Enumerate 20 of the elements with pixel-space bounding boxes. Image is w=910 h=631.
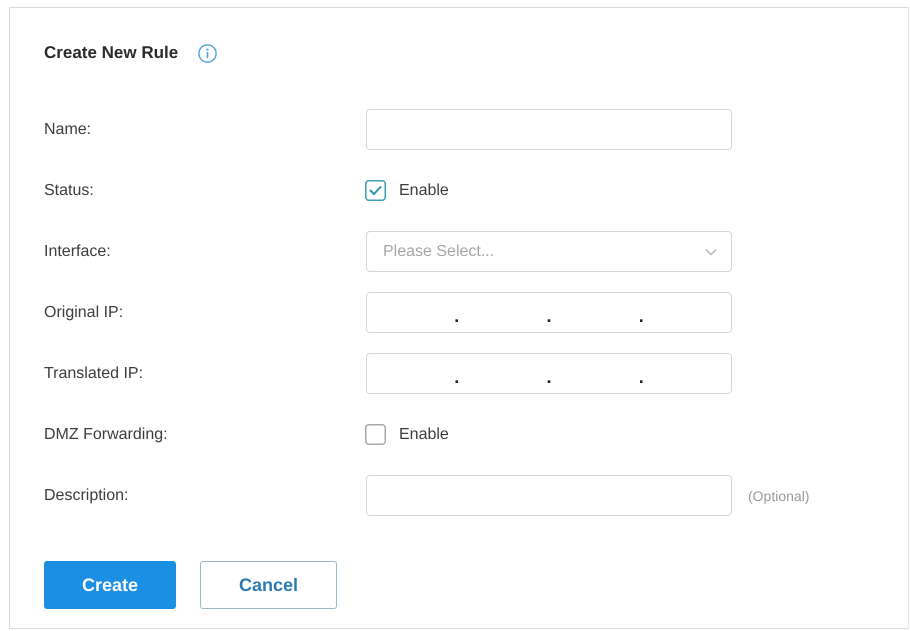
form-title: Create New Rule bbox=[44, 42, 178, 64]
field-label: DMZ Forwarding: bbox=[44, 424, 168, 444]
chevron-down-icon bbox=[705, 248, 717, 256]
text-field[interactable] bbox=[366, 109, 732, 150]
field-label: Name: bbox=[44, 120, 92, 140]
cancel-button[interactable]: Cancel bbox=[200, 561, 337, 609]
field-label: Description: bbox=[44, 486, 128, 506]
text-field[interactable] bbox=[366, 475, 732, 516]
ip-address-field[interactable]: . . . bbox=[366, 292, 732, 333]
field-label: Status: bbox=[44, 180, 94, 200]
ip-address-field[interactable]: . . . bbox=[366, 353, 732, 394]
field-label: Translated IP: bbox=[44, 364, 144, 384]
optional-hint: (Optional) bbox=[748, 486, 810, 504]
info-icon[interactable] bbox=[198, 44, 218, 62]
checkbox[interactable] bbox=[365, 424, 386, 445]
checkbox-label[interactable]: Enable bbox=[399, 180, 449, 200]
field-label: Original IP: bbox=[44, 302, 124, 322]
checkbox-label[interactable]: Enable bbox=[399, 424, 449, 444]
checkbox[interactable] bbox=[365, 180, 386, 201]
field-label: Interface: bbox=[44, 242, 111, 262]
